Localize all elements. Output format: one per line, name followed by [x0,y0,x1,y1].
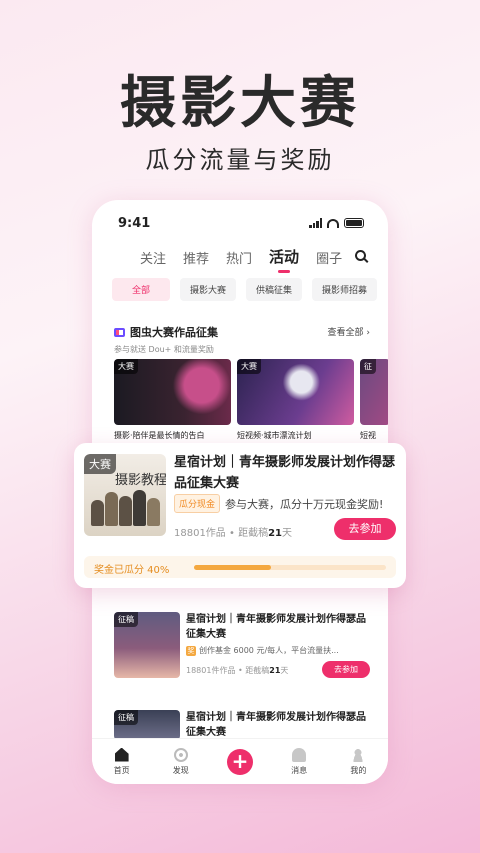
item-tag: 征稿 [114,612,138,627]
discover-icon [173,747,188,762]
tab-activity[interactable]: 活动 [269,246,299,273]
contest-tag: 大赛 [237,359,261,374]
section-title: 图虫大赛作品征集 [130,326,218,339]
tuchong-logo-icon [114,327,125,337]
tab-recommend[interactable]: 推荐 [183,248,209,267]
home-icon [114,747,129,762]
bell-icon [292,747,307,762]
chip-recruit[interactable]: 摄影师招募 [312,278,378,301]
tabbar-publish[interactable]: + [220,748,260,775]
cash-badge: 瓜分现金 [174,494,221,513]
contest-carousel: 大赛 摄影·陪伴是最长情的告白 大赛 短视频·城市漂流计划 征 短视 [114,359,388,441]
status-icons [309,218,364,228]
contest-card[interactable]: 大赛 摄影·陪伴是最长情的告白 [114,359,231,441]
hero-title: 摄影大赛 [120,71,360,136]
item-meta: 18801件作品 • 距截稿21天 [186,666,289,675]
contest-image: 征 [360,359,388,425]
list-item[interactable]: 征稿 星宿计划｜青年摄影师发展计划作得瑟品征集大赛 奖 创作基金 6000 元/… [114,612,370,682]
top-tabs: 关注 推荐 热门 活动 圈子 [140,246,342,273]
contest-caption: 短视频·城市漂流计划 [237,431,312,440]
item-desc: 创作基金 6000 元/每人，平台流量扶... [199,646,339,655]
item-title: 星宿计划｜青年摄影师发展计划作得瑟品征集大赛 [186,712,366,738]
join-button[interactable]: 去参加 [322,661,370,678]
chip-photo-contest[interactable]: 摄影大赛 [180,278,237,301]
contest-caption: 摄影·陪伴是最长情的告白 [114,431,205,440]
bottom-tabbar: 首页 发现 + 消息 我的 [92,738,388,784]
plus-icon: + [226,748,253,775]
tabbar-home[interactable]: 首页 [102,747,142,776]
filter-chips: 全部 摄影大赛 供稿征集 摄影师招募 [112,278,378,301]
featured-title: 星宿计划｜青年摄影师发展计划作得瑟品征集大赛 [174,455,396,491]
tabbar-discover[interactable]: 发现 [161,747,201,776]
section-header: 图虫大赛作品征集 查看全部 › 参与就送 Dou+ 和流量奖励 [114,324,370,355]
battery-icon [344,218,364,228]
hero-subtitle: 瓜分流量与奖励 [145,146,335,174]
contest-caption: 短视 [360,431,376,440]
contest-image: 大赛 [114,359,231,425]
chip-all[interactable]: 全部 [112,278,170,301]
featured-contest-card[interactable]: 大赛 摄影教程 星宿计划｜青年摄影师发展计划作得瑟品征集大赛 瓜分现金 参与大赛… [74,443,406,588]
tab-follow[interactable]: 关注 [140,248,166,267]
wifi-icon [327,218,339,228]
list-item[interactable]: 征稿 星宿计划｜青年摄影师发展计划作得瑟品征集大赛 [114,710,370,740]
contest-card[interactable]: 征 短视 [360,359,388,441]
item-image: 征稿 [114,710,180,740]
tabbar-messages[interactable]: 消息 [279,747,319,776]
item-tag: 征稿 [114,710,138,725]
view-all-link[interactable]: 查看全部 › [328,325,370,338]
section-desc: 参与就送 Dou+ 和流量奖励 [114,345,214,354]
chip-submissions[interactable]: 供稿征集 [246,278,303,301]
featured-meta: 18801作品 • 距截稿21天 [174,528,292,539]
tab-circle[interactable]: 圈子 [316,248,342,267]
contest-card[interactable]: 大赛 短视频·城市漂流计划 [237,359,354,441]
item-image: 征稿 [114,612,180,678]
background-decoration [400,150,480,850]
status-time: 9:41 [118,216,151,231]
bonus-progress: 奖金已瓜分 40% [84,556,396,578]
contest-image: 大赛 [237,359,354,425]
tabbar-me[interactable]: 我的 [338,747,378,776]
tab-hot[interactable]: 热门 [226,248,252,267]
signal-icon [309,218,322,228]
contest-tag: 征 [360,359,376,374]
reward-icon: 奖 [186,645,196,656]
progress-label: 奖金已瓜分 40% [94,565,170,576]
contest-tag: 大赛 [114,359,138,374]
join-button[interactable]: 去参加 [334,518,396,540]
featured-desc: 参与大赛，瓜分十万元现金奖励! [225,497,384,511]
featured-tag: 大赛 [84,454,116,474]
search-icon[interactable] [355,250,366,261]
profile-icon [351,747,366,762]
item-title: 星宿计划｜青年摄影师发展计划作得瑟品征集大赛 [186,614,366,640]
progress-bar [194,565,386,570]
featured-image: 大赛 摄影教程 [84,454,166,536]
